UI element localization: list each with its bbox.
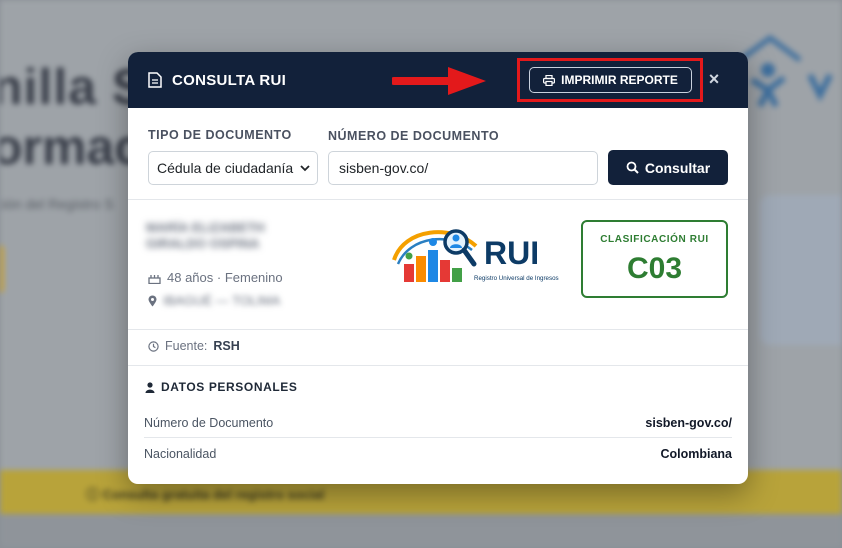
document-icon	[148, 72, 162, 88]
row-key: Nacionalidad	[144, 447, 217, 461]
background-footer	[0, 514, 842, 548]
user-icon	[145, 381, 155, 393]
search-icon	[626, 161, 639, 174]
row-value: Colombiana	[660, 447, 732, 461]
location-row: IBAGUÉ — TOLIMA	[148, 293, 280, 308]
person-name-line2: GIRALDO OSPINA	[146, 236, 260, 251]
printer-icon	[543, 74, 556, 86]
clasificacion-label: CLASIFICACIÓN RUI	[600, 234, 709, 245]
chevron-down-icon	[300, 165, 310, 172]
close-icon[interactable]: ×	[706, 68, 722, 90]
red-arrow-annotation	[392, 67, 486, 95]
background-button	[0, 244, 4, 294]
rui-logo-tagline: Registro Universal de Ingresos	[474, 275, 559, 282]
person-name: MARÍA ELIZABETH GIRALDO OSPINA	[146, 220, 265, 252]
row-key: Número de Documento	[144, 415, 274, 430]
source-value: RSH	[213, 339, 240, 353]
background-band-text: ⓘ Consulta gratuita del registro social	[86, 487, 325, 502]
age-gender-row: 48 años · Femenino	[148, 270, 283, 285]
numero-documento-label: NÚMERO DE DOCUMENTO	[328, 129, 500, 143]
numero-documento-value: sisben-gov.co/	[339, 160, 429, 176]
consulta-rui-modal: CONSULTA RUI IMPRIMIR REPORTE × TIPO DE …	[128, 52, 748, 484]
source-row: Fuente: RSH	[148, 339, 240, 353]
print-report-label: IMPRIMIR REPORTE	[561, 73, 678, 87]
background-subtitle: ción del Registro S	[0, 196, 114, 212]
location-text: IBAGUÉ — TOLIMA	[163, 293, 281, 308]
tipo-documento-select[interactable]: Cédula de ciudadanía	[148, 151, 318, 185]
source-label: Fuente:	[165, 339, 208, 353]
person-card: MARÍA ELIZABETH GIRALDO OSPINA 48 años ·…	[128, 200, 748, 330]
tipo-documento-label: TIPO DE DOCUMENTO	[148, 128, 292, 142]
map-marker-icon	[148, 295, 157, 306]
rui-logo-text: RUI	[484, 235, 539, 271]
personal-data-row: Nacionalidad Colombiana	[144, 439, 732, 469]
background-title-line1: nilla S	[0, 59, 147, 115]
section-divider	[128, 365, 748, 366]
consultar-button[interactable]: Consultar	[608, 150, 728, 185]
personal-data-title: DATOS PERSONALES	[161, 380, 298, 394]
row-value: sisben-gov.co/	[645, 415, 732, 430]
tipo-documento-value: Cédula de ciudadanía	[157, 160, 294, 176]
modal-title: CONSULTA RUI	[172, 71, 287, 89]
personal-data-heading: DATOS PERSONALES	[145, 380, 298, 394]
print-report-button[interactable]: IMPRIMIR REPORTE	[529, 67, 692, 93]
rui-logo: RUI Registro Universal de Ingresos	[392, 229, 559, 282]
personal-data-row: Número de Documento sisben-gov.co/	[144, 408, 732, 438]
birthday-cake-icon	[148, 274, 161, 284]
age-gender-text: 48 años · Femenino	[167, 270, 283, 285]
background-title-line2: ormac	[0, 119, 143, 175]
numero-documento-input[interactable]: sisben-gov.co/	[328, 151, 598, 185]
person-name-line1: MARÍA ELIZABETH	[146, 220, 265, 235]
clasificacion-rui-box: CLASIFICACIÓN RUI C03	[581, 220, 728, 298]
consultar-label: Consultar	[644, 159, 711, 176]
clock-icon	[148, 340, 159, 352]
background-card	[760, 195, 842, 345]
clasificacion-value: C03	[626, 252, 683, 285]
